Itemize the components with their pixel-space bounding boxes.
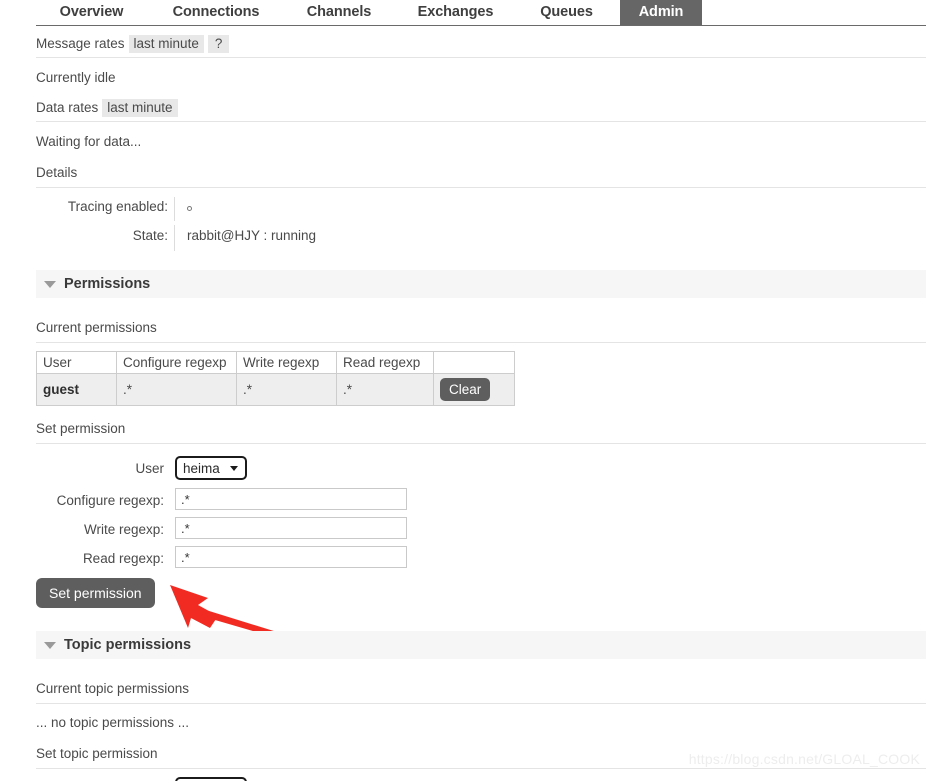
current-permissions-table: User Configure regexp Write regexp Read …	[36, 351, 515, 406]
main-navigation: Overview Connections Channels Exchanges …	[0, 0, 926, 26]
current-topic-permissions-row: Current topic permissions	[36, 681, 926, 704]
divider	[36, 768, 926, 769]
set-topic-permission-label: Set topic permission	[36, 746, 158, 761]
currently-idle-text: Currently idle	[36, 70, 116, 85]
section-header-permissions[interactable]: Permissions	[36, 270, 926, 298]
topic-user-select-partial[interactable]	[175, 777, 247, 781]
tracing-disabled-circle-icon	[187, 205, 192, 211]
detail-value-state: rabbit@HJY : running	[187, 228, 317, 243]
chevron-down-icon	[44, 281, 56, 288]
read-regexp-input[interactable]	[175, 546, 407, 568]
divider	[36, 57, 926, 58]
details-heading-row: Details	[36, 165, 926, 188]
divider	[36, 121, 926, 122]
detail-row-state: State: rabbit@HJY : running	[0, 225, 926, 251]
detail-key-state: State:	[132, 228, 168, 243]
detail-separator	[174, 225, 175, 251]
detail-separator	[174, 197, 175, 221]
section-header-topic-permissions[interactable]: Topic permissions	[36, 631, 926, 659]
nav-tab-overview[interactable]: Overview	[44, 0, 139, 25]
set-permission-row: Set permission	[36, 421, 926, 444]
chevron-down-icon	[230, 466, 238, 471]
divider	[36, 187, 926, 188]
configure-regexp-input[interactable]	[175, 488, 407, 510]
write-regexp-input[interactable]	[175, 517, 407, 539]
no-topic-permissions-text: ... no topic permissions ...	[36, 715, 190, 730]
section-title-topic-permissions: Topic permissions	[64, 637, 192, 653]
current-topic-permissions-label: Current topic permissions	[36, 681, 190, 696]
details-heading: Details	[36, 165, 78, 180]
form-label-configure-regexp: Configure regexp:	[56, 493, 164, 508]
nav-underline	[36, 25, 926, 26]
message-rates-period-chip[interactable]: last minute	[128, 35, 204, 53]
cell-write: .*	[236, 373, 337, 406]
divider	[36, 703, 926, 704]
waiting-for-data-text: Waiting for data...	[36, 134, 142, 149]
nav-tab-queues[interactable]: Queues	[527, 0, 606, 25]
csdn-watermark: https://blog.csdn.net/GLOAL_COOK	[688, 751, 920, 767]
data-rates-label: Data rates	[36, 100, 99, 115]
detail-row-tracing: Tracing enabled:	[0, 197, 926, 221]
form-label-user: User	[135, 461, 164, 476]
chevron-down-icon	[44, 642, 56, 649]
current-permissions-label: Current permissions	[36, 320, 157, 335]
message-rates-help-icon[interactable]: ?	[207, 35, 230, 53]
cell-user: guest	[36, 373, 117, 406]
nav-tab-connections[interactable]: Connections	[155, 0, 277, 25]
user-select-value: heima	[183, 461, 220, 476]
cell-read: .*	[336, 373, 434, 406]
rabbitmq-admin-page: Overview Connections Channels Exchanges …	[0, 0, 926, 781]
section-title-permissions: Permissions	[64, 276, 151, 292]
nav-tab-admin[interactable]: Admin	[620, 0, 702, 25]
column-header-user: User	[36, 351, 117, 374]
form-label-write-regexp: Write regexp:	[83, 522, 164, 537]
divider	[36, 443, 926, 444]
cell-actions: Clear	[433, 373, 515, 406]
column-header-configure: Configure regexp	[116, 351, 237, 374]
nav-tab-exchanges[interactable]: Exchanges	[400, 0, 511, 25]
divider	[36, 342, 926, 343]
current-permissions-row: Current permissions	[36, 320, 926, 343]
column-header-write: Write regexp	[236, 351, 337, 374]
detail-value-tracing-enabled	[187, 200, 192, 215]
set-permission-button[interactable]: Set permission	[36, 578, 155, 609]
cell-configure: .*	[116, 373, 237, 406]
nav-tab-channels[interactable]: Channels	[293, 0, 385, 25]
column-header-actions	[433, 351, 515, 374]
detail-key-tracing-enabled: Tracing enabled:	[67, 199, 168, 214]
form-label-read-regexp: Read regexp:	[82, 551, 164, 566]
message-rates-label: Message rates	[36, 36, 125, 51]
data-rates-period-chip[interactable]: last minute	[102, 99, 178, 117]
data-rates-row: Data rates last minute	[36, 99, 926, 122]
table-row: guest .* .* .* Clear	[36, 373, 515, 406]
table-header-row: User Configure regexp Write regexp Read …	[36, 351, 515, 374]
message-rates-row: Message rates last minute?	[36, 35, 926, 58]
set-permission-label: Set permission	[36, 421, 126, 436]
clear-permission-button[interactable]: Clear	[440, 377, 491, 402]
column-header-read: Read regexp	[336, 351, 434, 374]
user-select[interactable]: heima	[175, 456, 247, 480]
